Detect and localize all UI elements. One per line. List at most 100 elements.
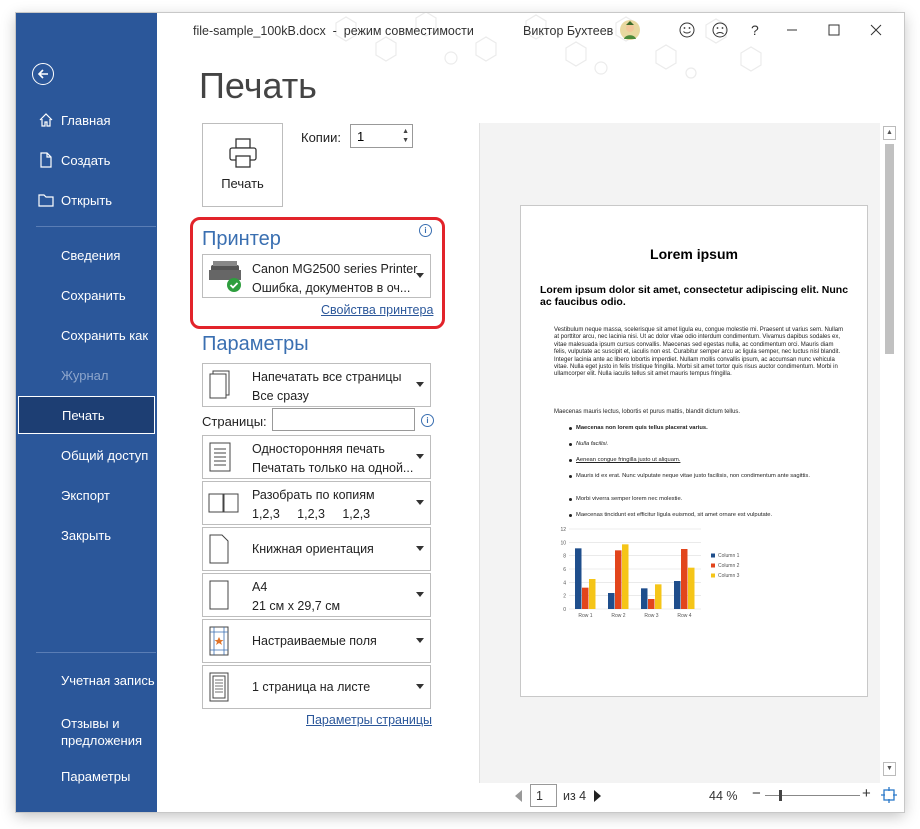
pages-per-sheet-dropdown[interactable]: 1 страница на листе: [202, 665, 431, 709]
print-button-label: Печать: [221, 176, 264, 191]
preview-scrollbar[interactable]: ▲ ▼: [883, 126, 896, 776]
chart-bar: [655, 584, 662, 609]
zoom-slider-thumb[interactable]: [779, 790, 782, 801]
chart-y-tick-label: 10: [560, 540, 566, 546]
sidebar-item-label: Учетная запись: [61, 672, 155, 688]
scroll-down-arrow[interactable]: ▼: [883, 762, 896, 776]
chart-bar: [575, 548, 582, 609]
chart-bar: [641, 588, 648, 609]
sidebar-item-label: Главная: [61, 112, 111, 128]
maximize-icon[interactable]: [826, 22, 842, 38]
user-name[interactable]: Виктор Бухтеев: [523, 24, 613, 38]
chart-y-tick-label: 2: [563, 594, 566, 600]
sidebar-item-save[interactable]: Сохранить: [16, 278, 157, 312]
sidebar-item-new[interactable]: Создать: [16, 143, 157, 177]
avatar[interactable]: [619, 19, 641, 41]
print-range-dropdown[interactable]: Напечатать все страницы Все сразу: [202, 363, 431, 407]
minimize-icon[interactable]: [784, 22, 800, 38]
orientation-dropdown[interactable]: Книжная ориентация: [202, 527, 431, 571]
compat-mode-text: режим совместимости: [343, 24, 474, 38]
sidebar-item-label: Сохранить как: [61, 327, 149, 343]
paper-size-sub: 21 см x 29,7 см: [252, 599, 341, 613]
zoom-slider[interactable]: [765, 790, 860, 801]
sidebar-item-account[interactable]: Учетная запись: [16, 663, 157, 697]
scroll-up-arrow[interactable]: ▲: [883, 126, 896, 140]
sidebar-item-options[interactable]: Параметры: [16, 759, 157, 793]
home-icon: [36, 112, 56, 128]
back-button[interactable]: [32, 63, 54, 85]
scroll-thumb[interactable]: [885, 144, 894, 354]
margins-value: Настраиваемые поля: [252, 634, 377, 648]
sidebar-item-label: Открыть: [61, 192, 113, 208]
print-range-value: Напечатать все страницы: [252, 370, 402, 384]
title-bar: file-sample_100kB.docx - режим совместим…: [157, 13, 904, 47]
page-count-text: из 4: [563, 789, 587, 803]
chevron-down-icon: [416, 684, 424, 689]
chart-legend-label: Column 3: [718, 573, 740, 579]
chart-legend-label: Column 1: [718, 553, 740, 559]
chart-x-tick-label: Row 1: [578, 613, 592, 619]
sidebar-item-label: Журнал: [61, 367, 109, 383]
page-title: Печать: [199, 65, 317, 106]
next-page-icon[interactable]: [593, 789, 603, 803]
info-icon[interactable]: i: [421, 414, 434, 427]
page-per-sheet-icon: [209, 672, 229, 702]
sidebar-item-open[interactable]: Открыть: [16, 183, 157, 217]
chart-legend-swatch: [711, 573, 715, 578]
pages-stack-icon: [209, 370, 230, 399]
copies-stepper[interactable]: 1 ▲ ▼: [350, 124, 413, 148]
sidebar-item-home[interactable]: Главная: [16, 103, 157, 137]
copies-spinner[interactable]: ▲ ▼: [402, 127, 409, 145]
page-setup-link[interactable]: Параметры страницы: [306, 713, 432, 727]
collate-sub: 1,2,3 1,2,3 1,2,3: [252, 507, 371, 521]
orientation-value: Книжная ориентация: [252, 542, 374, 556]
page-number-input[interactable]: 1: [530, 784, 557, 807]
sidebar-divider: [36, 226, 156, 227]
zoom-in-button[interactable]: +: [862, 785, 871, 802]
sidebar-item-save-as[interactable]: Сохранить как: [16, 318, 157, 352]
sidebar-item-print[interactable]: Печать: [18, 396, 155, 434]
sidebar-item-feedback[interactable]: Отзывы и предложения: [16, 711, 157, 753]
sidebar-item-info[interactable]: Сведения: [16, 238, 157, 272]
chevron-down-icon: [416, 592, 424, 597]
sidebar-divider: [36, 652, 156, 653]
collate-dropdown[interactable]: Разобрать по копиям 1,2,3 1,2,3 1,2,3: [202, 481, 431, 525]
highlight-frame: [190, 217, 445, 329]
word-window: Главная Создать Открыть Сведения Сохрани…: [16, 13, 904, 812]
chart-legend-label: Column 2: [718, 563, 740, 569]
document-filename: file-sample_100kB.docx - режим совместим…: [193, 24, 474, 38]
chart-bar: [589, 579, 596, 609]
frown-icon[interactable]: [712, 22, 728, 38]
chart-bar: [582, 587, 589, 609]
sidebar-item-export[interactable]: Экспорт: [16, 478, 157, 512]
sidebar-item-close[interactable]: Закрыть: [16, 518, 157, 552]
fit-to-window-icon[interactable]: [881, 787, 897, 803]
chart-legend-swatch: [711, 563, 715, 568]
sides-dropdown[interactable]: Односторонняя печать Печатать только на …: [202, 435, 431, 479]
print-button[interactable]: Печать: [202, 123, 283, 207]
previous-page-icon[interactable]: [513, 789, 523, 803]
chart-legend-swatch: [711, 553, 715, 558]
smile-icon[interactable]: [679, 22, 695, 38]
margins-icon: [209, 626, 229, 656]
margins-dropdown[interactable]: Настраиваемые поля: [202, 619, 431, 663]
chart-bar: [648, 599, 655, 609]
preview-heading: Lorem ipsum dolor sit amet, consectetur …: [540, 284, 849, 308]
sidebar-item-label: Сведения: [61, 247, 121, 263]
close-icon[interactable]: [868, 22, 884, 38]
chart-y-tick-label: 0: [563, 607, 566, 613]
preview-bullet: Morbi viverra semper lorem nec molestie.: [569, 496, 846, 503]
chart-x-tick-label: Row 2: [611, 613, 625, 619]
filename-separator: -: [332, 24, 337, 38]
chart-bar: [674, 581, 681, 609]
chevron-down-icon: [416, 382, 424, 387]
pages-input[interactable]: [272, 408, 415, 431]
sidebar-item-share[interactable]: Общий доступ: [16, 438, 157, 472]
sidebar-item-label: Экспорт: [61, 487, 110, 503]
zoom-out-button[interactable]: −: [752, 785, 761, 802]
chevron-down-icon: [416, 454, 424, 459]
paper-size-dropdown[interactable]: A4 21 см x 29,7 см: [202, 573, 431, 617]
chart-bar: [688, 567, 695, 609]
help-button[interactable]: ?: [751, 22, 759, 38]
sides-sub: Печатать только на одной...: [252, 461, 414, 475]
